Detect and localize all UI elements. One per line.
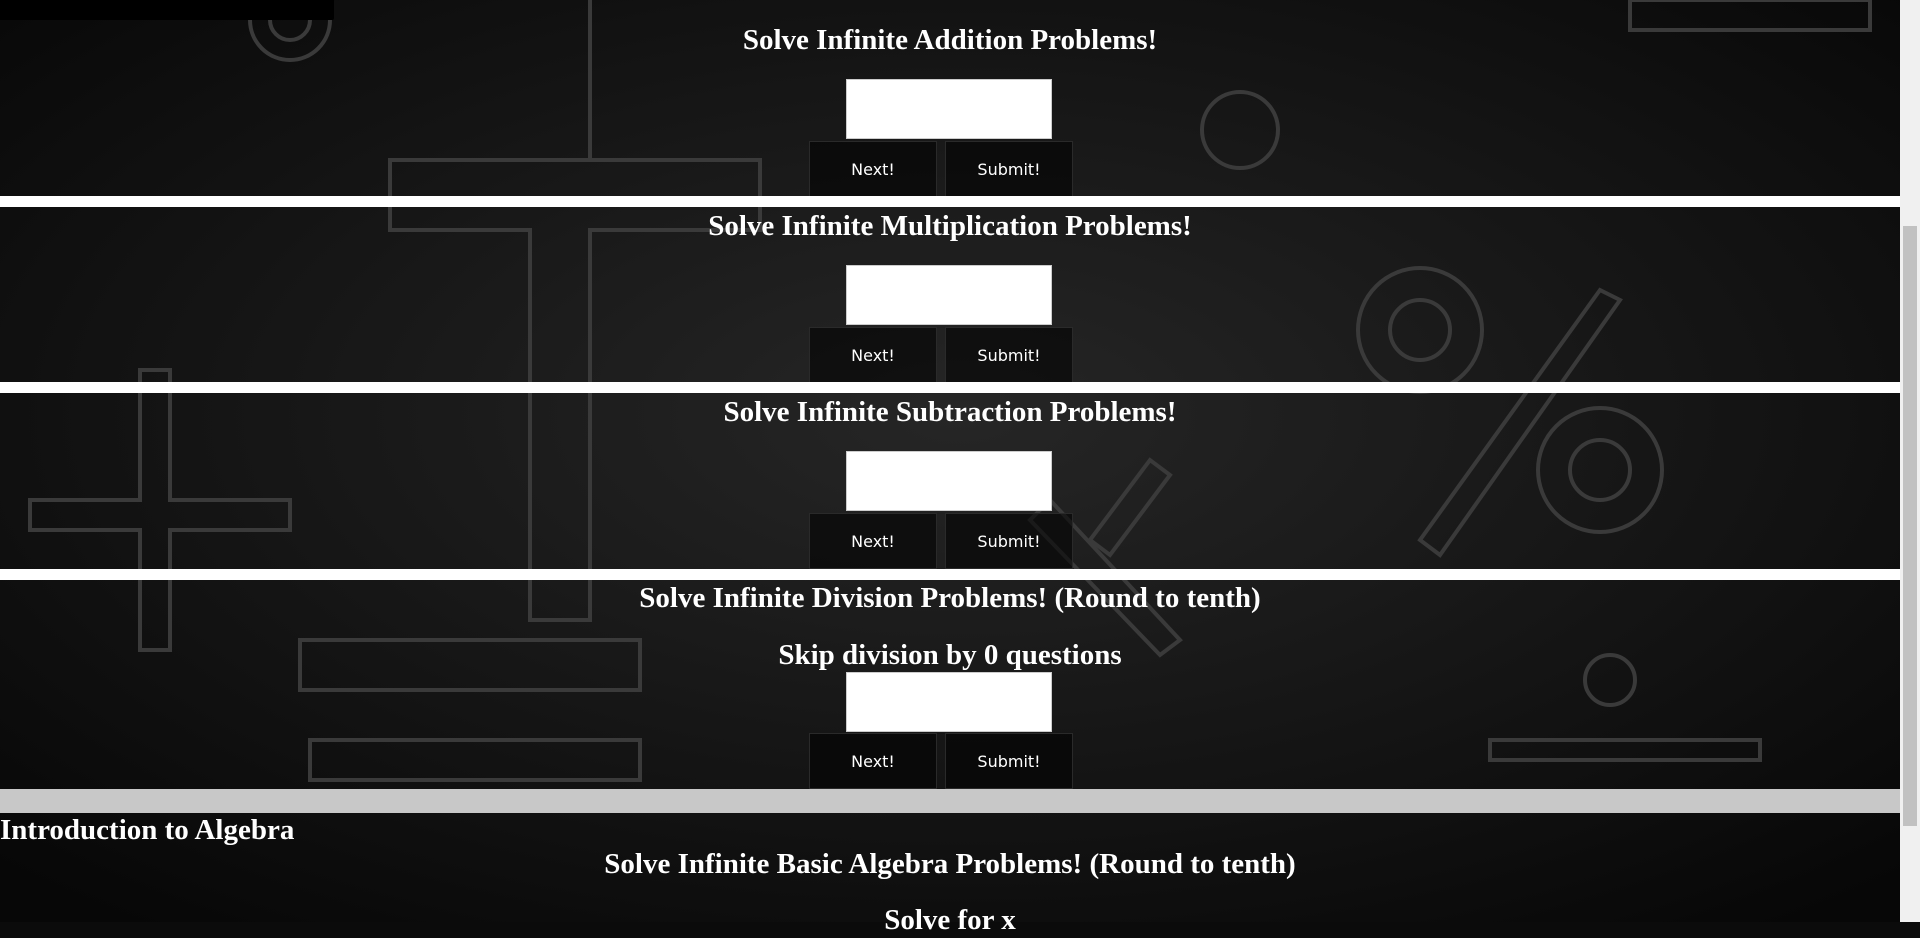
subtraction-answer-input[interactable] (846, 451, 1052, 511)
vertical-scrollbar[interactable] (1900, 0, 1920, 922)
subtraction-next-button[interactable]: Next! (809, 513, 937, 569)
division-subtitle-wrap: Skip division by 0 questions (0, 637, 1900, 673)
division-submit-button[interactable]: Submit! (945, 733, 1073, 789)
algebra-subtitle: Solve for x (884, 904, 1016, 936)
addition-answer-input[interactable] (846, 79, 1052, 139)
algebra-subtitle-wrap: Solve for x (0, 902, 1900, 938)
algebra-title: Solve Infinite Basic Algebra Problems! (… (604, 848, 1296, 880)
top-nav-edge (0, 0, 334, 20)
subtraction-title: Solve Infinite Subtraction Problems! (723, 396, 1177, 428)
algebra-section: Solve Infinite Basic Algebra Problems! (… (0, 846, 1900, 882)
addition-next-button[interactable]: Next! (809, 141, 937, 197)
division-subtitle: Skip division by 0 questions (778, 639, 1122, 671)
division-title: Solve Infinite Division Problems! (Round… (639, 582, 1261, 614)
section-divider (0, 382, 1900, 393)
algebra-heading: Introduction to Algebra (0, 814, 295, 846)
algebra-divider (0, 789, 1900, 813)
subtraction-submit-button[interactable]: Submit! (945, 513, 1073, 569)
subtraction-section: Solve Infinite Subtraction Problems! (0, 394, 1900, 430)
section-divider (0, 569, 1900, 580)
multiplication-submit-button[interactable]: Submit! (945, 327, 1073, 383)
multiplication-title: Solve Infinite Multiplication Problems! (708, 210, 1192, 242)
scrollbar-thumb[interactable] (1903, 226, 1917, 826)
division-next-button[interactable]: Next! (809, 733, 937, 789)
addition-title: Solve Infinite Addition Problems! (742, 24, 1158, 56)
section-divider (0, 196, 1900, 207)
page: Solve Infinite Addition Problems! Next! … (0, 0, 1900, 936)
multiplication-section: Solve Infinite Multiplication Problems! (0, 208, 1900, 244)
multiplication-answer-input[interactable] (846, 265, 1052, 325)
division-section: Solve Infinite Division Problems! (Round… (0, 580, 1900, 616)
addition-submit-button[interactable]: Submit! (945, 141, 1073, 197)
multiplication-next-button[interactable]: Next! (809, 327, 937, 383)
addition-section: Solve Infinite Addition Problems! (0, 22, 1900, 58)
division-answer-input[interactable] (846, 672, 1052, 732)
